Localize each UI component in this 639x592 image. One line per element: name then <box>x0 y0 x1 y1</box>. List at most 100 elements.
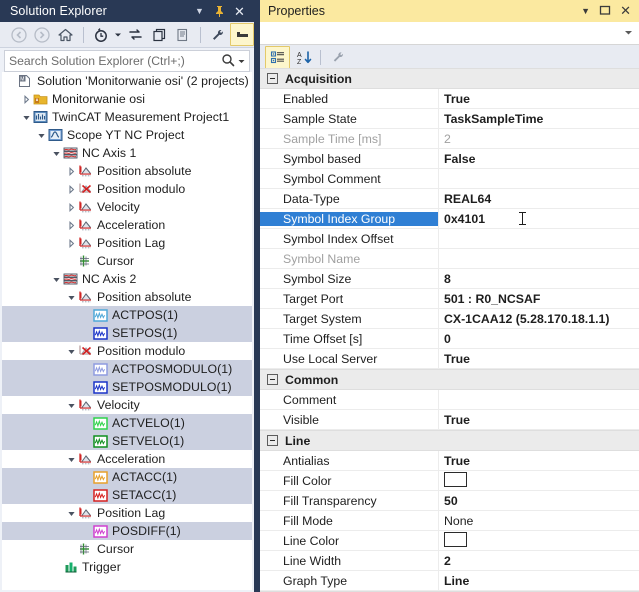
tree-item[interactable]: Position modulo <box>2 342 252 360</box>
property-value[interactable]: 501 : R0_NCSAF <box>438 292 639 306</box>
property-row[interactable]: Symbol Index Offset <box>260 229 639 249</box>
expand-arrow-icon[interactable] <box>21 108 32 126</box>
category-collapse-icon[interactable] <box>267 73 278 84</box>
property-value[interactable]: None <box>438 514 639 528</box>
property-column-divider[interactable] <box>438 169 439 188</box>
tree-item[interactable]: Position modulo <box>2 180 252 198</box>
property-row[interactable]: Graph Type Line <box>260 571 639 591</box>
property-value[interactable]: True <box>438 92 639 106</box>
property-column-divider[interactable] <box>438 149 439 168</box>
property-pages-button[interactable] <box>326 47 349 68</box>
tree-item[interactable]: Position absolute <box>2 162 252 180</box>
property-name[interactable]: Target Port <box>260 292 438 306</box>
search-options-chevron-icon[interactable] <box>238 54 245 68</box>
property-name[interactable]: Target System <box>260 312 438 326</box>
collapse-arrow-icon[interactable] <box>66 162 77 180</box>
dropdown-icon[interactable]: ▼ <box>193 5 206 18</box>
property-value[interactable]: 50 <box>438 494 639 508</box>
refresh-button[interactable] <box>149 24 171 45</box>
collapse-all-button[interactable] <box>230 23 254 46</box>
sync-with-active-document-button[interactable] <box>125 24 147 45</box>
property-value[interactable]: 8 <box>438 272 639 286</box>
collapse-arrow-icon[interactable] <box>66 216 77 234</box>
property-column-divider[interactable] <box>438 209 439 228</box>
pin-icon[interactable] <box>213 5 226 18</box>
collapse-arrow-icon[interactable] <box>66 180 77 198</box>
tree-item[interactable]: Position absolute <box>2 288 252 306</box>
back-button[interactable] <box>8 24 30 45</box>
show-all-files-button[interactable] <box>172 24 194 45</box>
tree-item[interactable]: Acceleration <box>2 216 252 234</box>
property-category-header[interactable]: Common <box>260 369 639 390</box>
property-row[interactable]: Enabled True <box>260 89 639 109</box>
property-column-divider[interactable] <box>438 109 439 128</box>
property-column-divider[interactable] <box>438 511 439 530</box>
category-collapse-icon[interactable] <box>267 435 278 446</box>
property-column-divider[interactable] <box>438 551 439 570</box>
tree-item[interactable]: Cursor <box>2 252 252 270</box>
property-row[interactable]: Sample Time [ms] 2 <box>260 129 639 149</box>
property-name[interactable]: Symbol Comment <box>260 172 438 186</box>
solution-tree[interactable]: M Solution 'Monitorwanie osi' (2 projects… <box>2 72 252 590</box>
tree-item[interactable]: POSDIFF(1) <box>2 522 252 540</box>
property-column-divider[interactable] <box>438 390 439 409</box>
properties-grid[interactable]: Acquisition Enabled True Sample State TaskSa… <box>260 68 639 592</box>
color-swatch[interactable] <box>444 531 467 547</box>
tree-item[interactable]: Cursor <box>2 540 252 558</box>
property-row[interactable]: Symbol Index Group 0x4101 <box>260 209 639 229</box>
tree-item[interactable]: Scope YT NC Project <box>2 126 252 144</box>
property-row[interactable]: Symbol Size 8 <box>260 269 639 289</box>
property-name[interactable]: Comment <box>260 393 438 407</box>
search-icon[interactable] <box>221 53 235 70</box>
property-name[interactable]: Fill Color <box>260 474 438 488</box>
property-row[interactable]: Antialias True <box>260 451 639 471</box>
property-column-divider[interactable] <box>438 229 439 248</box>
expand-arrow-icon[interactable] <box>66 342 77 360</box>
collapse-arrow-icon[interactable] <box>66 198 77 216</box>
property-column-divider[interactable] <box>438 329 439 348</box>
properties-button[interactable] <box>207 24 229 45</box>
tree-item[interactable]: Position Lag <box>2 234 252 252</box>
property-name[interactable]: Symbol Size <box>260 272 438 286</box>
property-column-divider[interactable] <box>438 471 439 490</box>
property-value[interactable]: True <box>438 454 639 468</box>
property-column-divider[interactable] <box>438 249 439 268</box>
property-category-header[interactable]: Line <box>260 430 639 451</box>
expand-arrow-icon[interactable] <box>51 270 62 288</box>
property-name[interactable]: Graph Type <box>260 574 438 588</box>
tree-item[interactable]: SETPOS(1) <box>2 324 252 342</box>
property-row[interactable]: Line Color <box>260 531 639 551</box>
tree-item[interactable]: NC Axis 2 <box>2 270 252 288</box>
property-value[interactable] <box>438 531 639 550</box>
close-icon[interactable]: ✕ <box>620 3 631 19</box>
property-name[interactable]: Time Offset [s] <box>260 332 438 346</box>
expand-arrow-icon[interactable] <box>66 396 77 414</box>
property-column-divider[interactable] <box>438 309 439 328</box>
property-value[interactable] <box>438 471 639 490</box>
property-row[interactable]: Target Port 501 : R0_NCSAF <box>260 289 639 309</box>
tree-item[interactable]: ACTPOS(1) <box>2 306 252 324</box>
property-column-divider[interactable] <box>438 89 439 108</box>
alphabetical-sort-button[interactable]: A Z <box>292 47 315 68</box>
color-swatch[interactable] <box>444 471 467 487</box>
categorized-button[interactable] <box>265 45 290 69</box>
property-row[interactable]: Fill Mode None <box>260 511 639 531</box>
maximize-icon[interactable] <box>599 4 611 19</box>
property-column-divider[interactable] <box>438 491 439 510</box>
tree-item[interactable]: SETPOSMODULO(1) <box>2 378 252 396</box>
pending-changes-button[interactable] <box>90 24 112 45</box>
category-collapse-icon[interactable] <box>267 374 278 385</box>
expand-arrow-icon[interactable] <box>66 450 77 468</box>
tree-item[interactable]: SETACC(1) <box>2 486 252 504</box>
property-value[interactable]: 2 <box>438 554 639 568</box>
property-value[interactable]: REAL64 <box>438 192 639 206</box>
property-column-divider[interactable] <box>438 269 439 288</box>
forward-button[interactable] <box>32 24 54 45</box>
property-name[interactable]: Visible <box>260 413 438 427</box>
tree-item[interactable]: TwinCAT Measurement Project1 <box>2 108 252 126</box>
tree-item[interactable]: NC Axis 1 <box>2 144 252 162</box>
property-value[interactable]: 2 <box>438 132 639 146</box>
property-name[interactable]: Symbol Index Group <box>260 211 438 226</box>
property-value[interactable]: 0x4101 <box>438 212 639 226</box>
expand-arrow-icon[interactable] <box>36 126 47 144</box>
